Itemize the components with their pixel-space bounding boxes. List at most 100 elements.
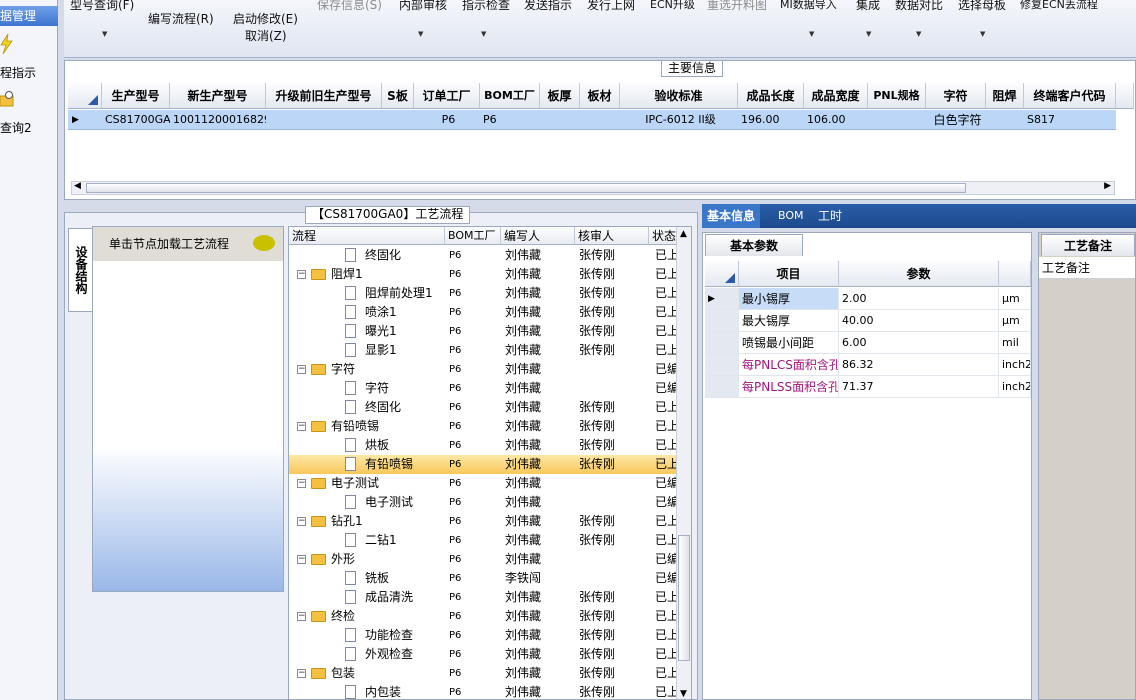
column-header[interactable]: 验收标准: [620, 83, 738, 109]
equipment-structure-tab[interactable]: 设备结构: [68, 228, 92, 312]
param-unit[interactable]: mil: [999, 332, 1031, 354]
column-header[interactable]: S板: [382, 83, 414, 109]
cell-solder-mask[interactable]: [986, 110, 1024, 130]
collapse-icon[interactable]: −: [297, 612, 306, 621]
scrollbar-thumb[interactable]: [86, 183, 966, 193]
column-header[interactable]: BOM工厂: [445, 227, 501, 245]
column-header[interactable]: 阻焊: [986, 83, 1024, 109]
param-item[interactable]: 喷锡最小间距: [739, 332, 839, 354]
mi-data-import-button[interactable]: MI数据导入: [780, 0, 837, 12]
collapse-icon[interactable]: −: [297, 365, 306, 374]
scroll-right-icon[interactable]: ▶: [1104, 181, 1111, 191]
collapse-icon[interactable]: −: [297, 270, 306, 279]
table-row[interactable]: 喷涂1 P6 刘伟藏 张传刚 已上: [289, 303, 677, 322]
start-modify-button[interactable]: 启动修改(E): [233, 10, 298, 27]
table-row[interactable]: − 外形 P6 刘伟藏 已编: [289, 550, 677, 569]
tab-work-hours[interactable]: 工时: [818, 204, 842, 228]
column-header[interactable]: 核审人: [575, 227, 649, 245]
param-item[interactable]: 每PNLSS面积含孔: [739, 376, 839, 398]
cell-s-board[interactable]: [382, 110, 414, 130]
chevron-down-icon[interactable]: ▼: [866, 30, 871, 38]
cell-old-model[interactable]: [266, 110, 382, 130]
param-value[interactable]: 71.37: [839, 376, 999, 398]
table-row[interactable]: 有铅喷锡 P6 刘伟藏 张传刚 已上: [289, 455, 677, 474]
cell-model[interactable]: CS81700GA0: [102, 110, 170, 130]
table-row[interactable]: 电子测试 P6 刘伟藏 已编: [289, 493, 677, 512]
scroll-left-icon[interactable]: ◀: [74, 181, 81, 191]
fix-ecn-lost-flow-button[interactable]: 修复ECN丢流程: [1020, 0, 1098, 12]
column-header[interactable]: 流程: [289, 227, 445, 245]
cell-pnl-spec[interactable]: [868, 110, 926, 130]
tab-basic-info[interactable]: 基本信息: [702, 204, 761, 228]
collapse-icon[interactable]: −: [297, 555, 306, 564]
column-header[interactable]: 成品宽度: [804, 83, 868, 109]
chevron-down-icon[interactable]: ▼: [481, 30, 486, 38]
integrate-button[interactable]: 集成: [856, 0, 880, 13]
table-row[interactable]: 终固化 P6 刘伟藏 张传刚 已上: [289, 246, 677, 265]
column-header[interactable]: 板材: [580, 83, 620, 109]
param-unit[interactable]: μm: [999, 288, 1031, 310]
param-unit[interactable]: inch2: [999, 354, 1031, 376]
param-value[interactable]: 6.00: [839, 332, 999, 354]
table-row[interactable]: − 钻孔1 P6 刘伟藏 张传刚 已上: [289, 512, 677, 531]
scrollbar-thumb[interactable]: [678, 535, 690, 661]
param-value[interactable]: 2.00: [839, 288, 999, 310]
scroll-up-icon[interactable]: ▲: [680, 229, 687, 239]
cell-material[interactable]: [580, 110, 620, 130]
table-row[interactable]: 显影1 P6 刘伟藏 张传刚 已上: [289, 341, 677, 360]
column-header[interactable]: BOM工厂: [480, 83, 540, 109]
cell-thickness[interactable]: [540, 110, 580, 130]
collapse-icon[interactable]: −: [297, 517, 306, 526]
data-compare-button[interactable]: 数据对比: [895, 0, 943, 13]
column-header[interactable]: 项目: [739, 261, 839, 287]
nav-item-data-management[interactable]: 据管理: [0, 6, 58, 26]
reselect-cutting-map-button[interactable]: 重选开料图: [707, 0, 767, 13]
cell-order-factory[interactable]: P6: [414, 110, 480, 130]
chevron-down-icon[interactable]: ▼: [980, 30, 985, 38]
ecn-upgrade-button[interactable]: ECN升级: [650, 0, 695, 12]
param-value[interactable]: 40.00: [839, 310, 999, 332]
param-item[interactable]: 最小锡厚: [739, 288, 839, 310]
column-header[interactable]: 状态: [649, 227, 677, 245]
internal-review-button[interactable]: 内部审核: [399, 0, 447, 13]
collapse-icon[interactable]: −: [297, 422, 306, 431]
column-header[interactable]: 生产型号: [102, 83, 170, 109]
table-row[interactable]: 曝光1 P6 刘伟藏 张传刚 已上: [289, 322, 677, 341]
collapse-icon[interactable]: −: [297, 479, 306, 488]
column-header[interactable]: 成品长度: [738, 83, 804, 109]
column-header[interactable]: 新生产型号: [170, 83, 266, 109]
write-flow-button[interactable]: 编写流程(R): [148, 10, 214, 27]
column-header[interactable]: 字符: [926, 83, 986, 109]
column-header[interactable]: 编写人: [501, 227, 575, 245]
column-header[interactable]: 升级前旧生产型号: [266, 83, 382, 109]
table-row[interactable]: − 包装 P6 刘伟藏 张传刚 已上: [289, 664, 677, 683]
table-row[interactable]: − 电子测试 P6 刘伟藏 已编: [289, 474, 677, 493]
table-row[interactable]: 外观检查 P6 刘伟藏 张传刚 已上: [289, 645, 677, 664]
table-row[interactable]: 字符 P6 刘伟藏 已编: [289, 379, 677, 398]
column-header[interactable]: PNL规格: [868, 83, 926, 109]
table-row[interactable]: − 终检 P6 刘伟藏 张传刚 已上: [289, 607, 677, 626]
param-item[interactable]: 每PNLCS面积含孔: [739, 354, 839, 376]
table-row[interactable]: 烘板 P6 刘伟藏 张传刚 已上: [289, 436, 677, 455]
horizontal-scrollbar[interactable]: ◀ ▶: [71, 181, 1115, 195]
chevron-down-icon[interactable]: ▼: [916, 30, 921, 38]
table-row[interactable]: 成品清洗 P6 刘伟藏 张传刚 已上: [289, 588, 677, 607]
param-unit[interactable]: inch2: [999, 376, 1031, 398]
publish-online-button[interactable]: 发行上网: [587, 0, 635, 13]
cell-length[interactable]: 196.00: [738, 110, 804, 130]
column-header[interactable]: 订单工厂: [414, 83, 480, 109]
send-instruction-button[interactable]: 发送指示: [524, 0, 572, 13]
save-info-button[interactable]: 保存信息(S): [317, 0, 382, 13]
table-row[interactable]: 二钻1 P6 刘伟藏 张传刚 已上: [289, 531, 677, 550]
instruction-check-button[interactable]: 指示检查: [462, 0, 510, 13]
cell-acceptance-standard[interactable]: IPC-6012 II级: [620, 110, 738, 130]
table-row[interactable]: 终固化 P6 刘伟藏 张传刚 已上: [289, 398, 677, 417]
column-header[interactable]: 板厚: [540, 83, 580, 109]
chevron-down-icon[interactable]: ▼: [102, 30, 107, 38]
table-row[interactable]: − 有铅喷锡 P6 刘伟藏 张传刚 已上: [289, 417, 677, 436]
cell-new-model[interactable]: 10011200016829: [170, 110, 266, 130]
table-row[interactable]: 功能检查 P6 刘伟藏 张传刚 已上: [289, 626, 677, 645]
column-header[interactable]: 参数: [839, 261, 999, 287]
table-row[interactable]: 阻焊前处理1 P6 刘伟藏 张传刚 已上: [289, 284, 677, 303]
vertical-scrollbar[interactable]: ▲ ▼: [676, 227, 691, 699]
